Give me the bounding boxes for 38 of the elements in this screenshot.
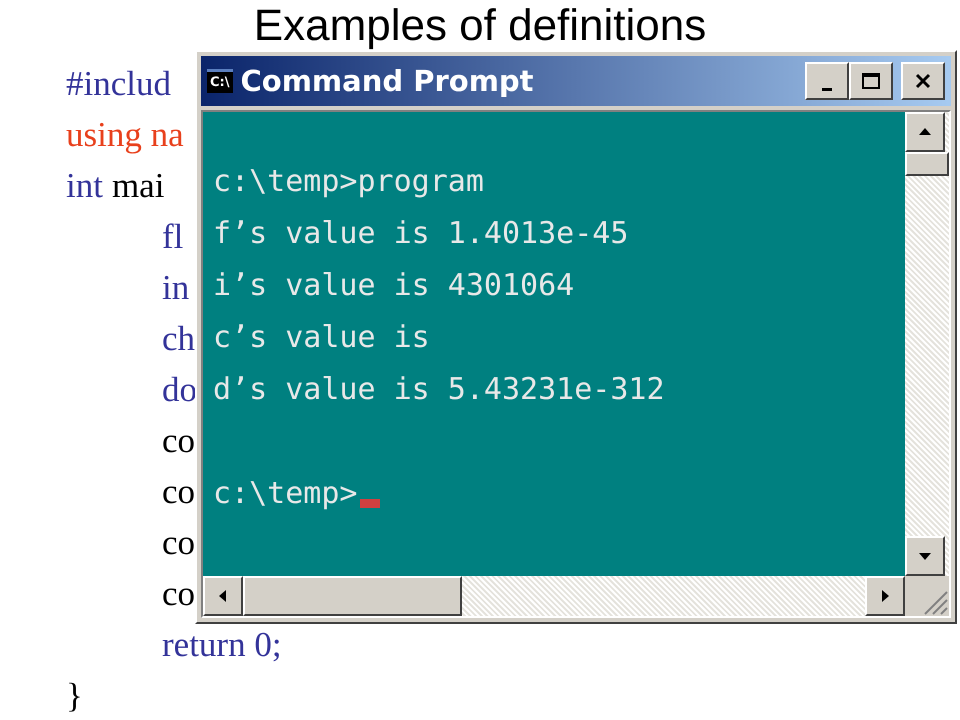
horizontal-scrollbar[interactable] bbox=[203, 576, 905, 616]
scroll-right-button[interactable] bbox=[865, 576, 905, 616]
console-prompt: c:\temp> bbox=[213, 475, 358, 513]
close-icon bbox=[914, 72, 932, 90]
console-line: c’s value is bbox=[213, 319, 431, 357]
text-cursor bbox=[360, 499, 380, 508]
slide-title: Examples of definitions bbox=[254, 1, 706, 50]
minimize-button[interactable] bbox=[805, 62, 849, 100]
scroll-down-button[interactable] bbox=[905, 536, 945, 576]
code-text: } bbox=[66, 675, 83, 717]
code-text: do bbox=[162, 369, 197, 411]
vertical-scrollbar[interactable] bbox=[905, 112, 949, 576]
console-line: f’s value is 1.4013e-45 bbox=[213, 215, 630, 253]
code-text: in bbox=[162, 267, 190, 309]
code-text: using na bbox=[66, 114, 184, 156]
scroll-thumb[interactable] bbox=[905, 152, 949, 176]
console-line: c:\temp>program bbox=[213, 163, 485, 201]
code-text: int bbox=[66, 165, 103, 207]
console-line: i’s value is 4301064 bbox=[213, 267, 576, 305]
code-text: co bbox=[162, 573, 196, 615]
code-text: ch bbox=[162, 318, 196, 360]
close-button[interactable] bbox=[901, 62, 945, 100]
scroll-left-button[interactable] bbox=[203, 576, 243, 616]
code-text: #includ bbox=[66, 63, 171, 105]
scroll-thumb[interactable] bbox=[243, 576, 462, 616]
code-text: co bbox=[162, 471, 196, 513]
maximize-button[interactable] bbox=[849, 62, 893, 100]
code-text: mai bbox=[112, 165, 164, 207]
code-text: return 0; bbox=[162, 624, 282, 666]
code-text: co bbox=[162, 522, 196, 564]
maximize-icon bbox=[861, 72, 881, 90]
console-line: d’s value is 5.43231e-312 bbox=[213, 371, 666, 409]
code-text: fl bbox=[162, 216, 184, 258]
scroll-up-button[interactable] bbox=[905, 112, 945, 152]
console-icon: C:\ bbox=[207, 69, 232, 93]
minimize-icon bbox=[822, 88, 832, 90]
window-title: Command Prompt bbox=[240, 64, 535, 98]
code-text: co bbox=[162, 420, 196, 462]
